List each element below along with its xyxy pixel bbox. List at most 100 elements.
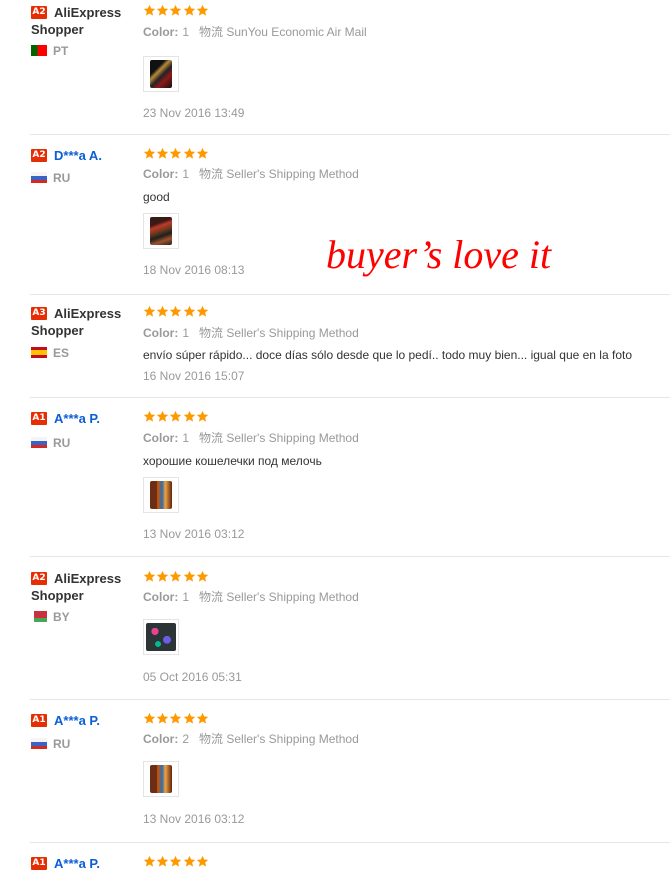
order-info: Color: 1 物流 Seller's Shipping Method [143, 167, 359, 181]
star-icon [143, 4, 156, 17]
star-icon [169, 147, 182, 160]
star-icon [156, 855, 169, 868]
star-icon [183, 4, 196, 17]
buyer-name[interactable]: A***a P. [54, 410, 100, 427]
review-photo-thumbnail[interactable] [143, 213, 179, 249]
star-icon [196, 305, 209, 318]
flag-ru-icon [31, 172, 47, 183]
star-icon [156, 305, 169, 318]
divider [30, 134, 670, 135]
buyer-name-line2: Shopper [31, 323, 84, 338]
star-icon [183, 305, 196, 318]
feedback-item: A1 A***a P. RU Color: 1 物流 Seller's Shippi… [0, 410, 670, 550]
order-info: Color: 1 物流 Seller's Shipping Method [143, 431, 359, 445]
review-text: хорошие кошелечки под мелочь [143, 454, 322, 468]
flag-by-icon [31, 611, 47, 622]
star-icon [143, 855, 156, 868]
rating-stars [143, 855, 209, 869]
star-icon [183, 147, 196, 160]
star-icon [183, 570, 196, 583]
flag-ru-icon [31, 738, 47, 749]
order-info: Color: 1 物流 Seller's Shipping Method [143, 326, 359, 340]
star-icon [169, 855, 182, 868]
star-icon [183, 855, 196, 868]
star-icon [143, 147, 156, 160]
rating-stars [143, 410, 209, 424]
buyer-name: AliExpress [54, 571, 122, 586]
buyer-name-line2: Shopper [31, 22, 84, 37]
buyer-level-badge: A1 [31, 857, 47, 870]
review-date: 16 Nov 2016 15:07 [143, 369, 245, 383]
star-icon [196, 410, 209, 423]
buyer-country: BY [31, 610, 70, 624]
star-icon [143, 570, 156, 583]
buyer-name[interactable]: A***a P. [54, 712, 100, 729]
feedback-item: A1 A***a P. [0, 855, 670, 876]
review-date: 05 Oct 2016 05:31 [143, 670, 242, 684]
buyer-level-badge: A1 [31, 412, 47, 425]
star-icon [183, 410, 196, 423]
flag-pt-icon [31, 45, 47, 56]
star-icon [156, 147, 169, 160]
order-info: Color: 1 物流 Seller's Shipping Method [143, 590, 359, 604]
star-icon [169, 712, 182, 725]
star-icon [196, 570, 209, 583]
star-icon [169, 570, 182, 583]
rating-stars [143, 570, 209, 584]
star-icon [156, 570, 169, 583]
rating-stars [143, 4, 209, 18]
buyer-level-badge: A1 [31, 714, 47, 727]
divider [30, 294, 670, 295]
review-date: 13 Nov 2016 03:12 [143, 527, 245, 541]
divider [30, 842, 670, 843]
review-date: 18 Nov 2016 08:13 [143, 263, 245, 277]
buyer-country: PT [31, 44, 68, 58]
buyer-country: RU [31, 171, 70, 185]
buyer-country: RU [31, 436, 70, 450]
star-icon [156, 4, 169, 17]
review-date: 13 Nov 2016 03:12 [143, 812, 245, 826]
feedback-item: A3 AliExpress Shopper ES Color: 1 物流 Selle… [0, 305, 670, 395]
buyer-level-badge: A2 [31, 572, 47, 585]
feedback-item: A1 A***a P. RU Color: 2 物流 Seller's Shippi… [0, 712, 670, 842]
buyer-name-line2: Shopper [31, 588, 84, 603]
star-icon [169, 305, 182, 318]
buyer-name: AliExpress [54, 5, 122, 20]
divider [30, 397, 670, 398]
rating-stars [143, 147, 209, 161]
review-photo-thumbnail[interactable] [143, 56, 179, 92]
star-icon [196, 147, 209, 160]
star-icon [196, 712, 209, 725]
star-icon [143, 305, 156, 318]
review-text: envío súper rápido... doce días sólo des… [143, 348, 632, 362]
star-icon [143, 712, 156, 725]
buyer-name[interactable]: D***a A. [54, 147, 102, 164]
feedback-item: A2 D***a A. RU Color: 1 物流 Seller's Shippi… [0, 147, 670, 290]
buyer-level-badge: A2 [31, 149, 47, 162]
feedback-item: A2 AliExpress Shopper PT Color: 1 物流 SunYo… [0, 4, 670, 134]
review-text: good [143, 190, 170, 204]
buyer-name: AliExpress [54, 306, 122, 321]
star-icon [196, 4, 209, 17]
feedback-item: A2 AliExpress Shopper BY Color: 1 物流 Selle… [0, 570, 670, 695]
flag-es-icon [31, 347, 47, 358]
buyer-name[interactable]: A***a P. [54, 855, 100, 872]
star-icon [196, 855, 209, 868]
star-icon [156, 712, 169, 725]
divider [30, 556, 670, 557]
buyer-country: RU [31, 737, 70, 751]
review-photo-thumbnail[interactable] [143, 619, 179, 655]
rating-stars [143, 305, 209, 319]
buyer-level-badge: A3 [31, 307, 47, 320]
star-icon [169, 4, 182, 17]
star-icon [169, 410, 182, 423]
order-info: Color: 1 物流 SunYou Economic Air Mail [143, 25, 367, 39]
buyer-country: ES [31, 346, 69, 360]
star-icon [156, 410, 169, 423]
star-icon [143, 410, 156, 423]
buyer-level-badge: A2 [31, 6, 47, 19]
star-icon [183, 712, 196, 725]
review-photo-thumbnail[interactable] [143, 761, 179, 797]
review-photo-thumbnail[interactable] [143, 477, 179, 513]
review-date: 23 Nov 2016 13:49 [143, 106, 245, 120]
